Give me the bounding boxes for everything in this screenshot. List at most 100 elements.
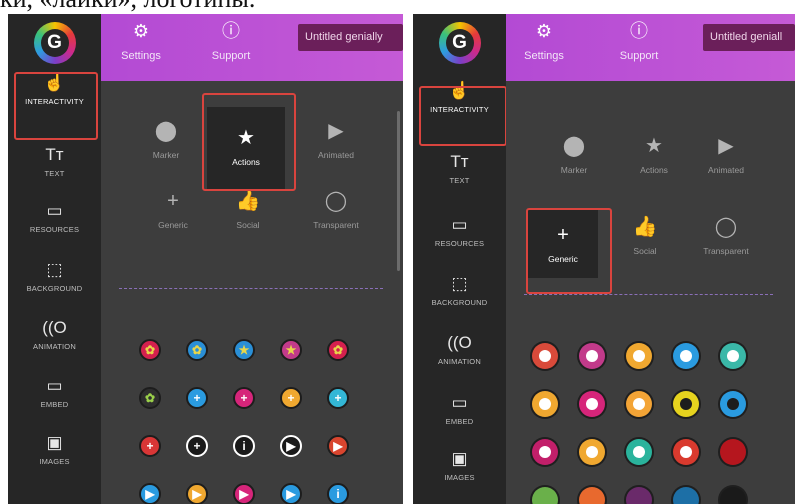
type-label: Generic (158, 220, 188, 230)
generic-button-option[interactable] (673, 343, 699, 369)
generic-button-option[interactable] (626, 391, 652, 417)
type-marker-button[interactable]: ⬤ Marker (133, 118, 199, 160)
genially-panel-generic: G ☝ INTERACTIVITY Tт TEXT ▭ RESOURCES ⬚ BACKGRO… (413, 14, 795, 504)
action-icon-option[interactable]: + (186, 387, 208, 409)
sidebar-item-embed[interactable]: ▭ EMBED (413, 392, 506, 426)
action-icon-option[interactable]: + (327, 387, 349, 409)
type-social-button[interactable]: 👍 Social (612, 214, 678, 256)
type-generic-button[interactable]: + Generic (140, 188, 206, 230)
gear-icon: ⚙ (132, 21, 150, 41)
sidebar-item-resources[interactable]: ▭ RESOURCES (413, 214, 506, 248)
generic-button-option[interactable] (579, 487, 605, 504)
generic-button-option[interactable] (626, 487, 652, 504)
top-caption-text: ки, «лайки», логотипы. (0, 0, 795, 14)
sidebar-item-text[interactable]: Tт TEXT (413, 151, 506, 185)
type-social-button[interactable]: 👍 Social (215, 188, 281, 230)
sidebar-item-label: RESOURCES (434, 239, 485, 248)
type-label: Social (633, 246, 657, 256)
action-icon-option[interactable]: + (186, 435, 208, 457)
generic-button-option[interactable] (626, 343, 652, 369)
section-divider (119, 288, 383, 289)
top-bar: ⚙ Settings ⓘ Support Untitled genially (101, 14, 403, 81)
generic-button-option[interactable] (532, 391, 558, 417)
action-icon-option[interactable]: ★ (233, 339, 255, 361)
sidebar-item-label: BACKGROUND (431, 298, 488, 307)
generic-button-option[interactable] (532, 439, 558, 465)
embed-icon: ▭ (46, 376, 63, 395)
sidebar-item-animation[interactable]: ((O ANIMATION (8, 317, 101, 351)
sidebar-item-label: IMAGES (444, 473, 475, 482)
sidebar-item-text[interactable]: Tт TEXT (8, 144, 101, 178)
generic-button-option[interactable] (579, 439, 605, 465)
action-icon-option[interactable]: ✿ (139, 387, 161, 409)
sidebar-item-images[interactable]: ▣ IMAGES (8, 432, 101, 466)
type-actions-button[interactable]: ★ Actions (621, 133, 687, 175)
action-icon-option[interactable]: ▶ (280, 483, 302, 504)
sidebar-item-background[interactable]: ⬚ BACKGROUND (8, 259, 101, 293)
action-icon-option[interactable]: ▶ (280, 435, 302, 457)
type-transparent-button[interactable]: ◯ Transparent (303, 188, 369, 230)
action-icon-option[interactable]: ✿ (139, 339, 161, 361)
support-button[interactable]: ⓘ Support (196, 20, 266, 62)
generic-button-option[interactable] (673, 487, 699, 504)
generic-button-option[interactable] (720, 343, 746, 369)
settings-button[interactable]: ⚙ Settings (106, 20, 176, 62)
sidebar: G ☝ INTERACTIVITY Tт TEXT ▭ RESOURCES ⬚ BACKGRO… (413, 14, 507, 504)
action-icon-option[interactable]: + (233, 387, 255, 409)
settings-label: Settings (121, 50, 161, 62)
genially-logo[interactable]: G (438, 22, 481, 64)
action-icon-option[interactable]: i (327, 483, 349, 504)
action-icon-option[interactable]: ✿ (327, 339, 349, 361)
sidebar-item-embed[interactable]: ▭ EMBED (8, 375, 101, 409)
generic-button-option[interactable] (720, 391, 746, 417)
highlight-box-sidebar (419, 86, 507, 146)
type-animated-button[interactable]: ▶ Animated (303, 118, 369, 160)
action-icon-option[interactable]: ★ (280, 339, 302, 361)
action-icon-option[interactable]: + (280, 387, 302, 409)
action-icon-option[interactable]: ▶ (233, 483, 255, 504)
thumbs-up-icon: 👍 (632, 216, 658, 238)
generic-button-option[interactable] (532, 487, 558, 504)
action-icon-option[interactable]: ✿ (186, 339, 208, 361)
sidebar-item-label: IMAGES (39, 457, 70, 466)
generic-button-option[interactable] (579, 391, 605, 417)
settings-button[interactable]: ⚙ Settings (509, 20, 579, 62)
action-icon-option[interactable]: ▶ (327, 435, 349, 457)
generic-button-option[interactable] (532, 343, 558, 369)
generic-button-option[interactable] (720, 487, 746, 504)
generic-button-option[interactable] (626, 439, 652, 465)
genially-logo[interactable]: G (33, 22, 76, 64)
highlight-box-type (202, 93, 296, 191)
sidebar-item-label: RESOURCES (29, 225, 80, 234)
action-icon-option[interactable]: i (233, 435, 255, 457)
type-transparent-button[interactable]: ◯ Transparent (693, 214, 759, 256)
sidebar-item-resources[interactable]: ▭ RESOURCES (8, 200, 101, 234)
settings-label: Settings (524, 50, 564, 62)
action-icon-option[interactable]: ▶ (186, 483, 208, 504)
type-marker-button[interactable]: ⬤ Marker (541, 133, 607, 175)
sidebar-item-label: TEXT (449, 176, 470, 185)
sidebar-item-images[interactable]: ▣ IMAGES (413, 448, 506, 482)
sidebar-item-background[interactable]: ⬚ BACKGROUND (413, 273, 506, 307)
sidebar-item-label: ANIMATION (33, 342, 76, 351)
sidebar-item-label: EMBED (40, 400, 69, 409)
support-button[interactable]: ⓘ Support (604, 20, 674, 62)
action-icon-option[interactable]: ▶ (139, 483, 161, 504)
type-label: Social (236, 220, 260, 230)
scrollbar[interactable] (397, 111, 400, 271)
images-icon: ▣ (46, 433, 63, 452)
type-label: Marker (152, 150, 180, 160)
genially-panel-actions: G ☝ INTERACTIVITY Tт TEXT ▭ RESOURCES ⬚ BACKGRO… (8, 14, 403, 504)
generic-button-option[interactable] (579, 343, 605, 369)
generic-button-option[interactable] (673, 439, 699, 465)
generic-button-option[interactable] (720, 439, 746, 465)
type-animated-button[interactable]: ▶ Animated (693, 133, 759, 175)
generic-button-option[interactable] (673, 391, 699, 417)
resources-icon: ▭ (451, 215, 468, 234)
background-icon: ⬚ (46, 260, 63, 279)
project-title-button[interactable]: Untitled geniall (703, 24, 795, 51)
action-icon-option[interactable]: + (139, 435, 161, 457)
sidebar-item-animation[interactable]: ((O ANIMATION (413, 332, 506, 366)
logo-letter: G (47, 32, 62, 53)
project-title-button[interactable]: Untitled genially (298, 24, 403, 51)
